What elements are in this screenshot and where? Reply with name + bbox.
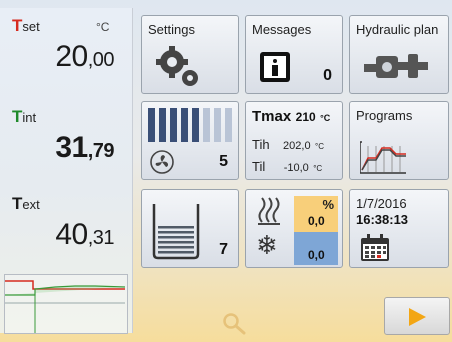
tset-unit: °C [96, 20, 110, 34]
heat-waves-icon [258, 197, 280, 225]
next-button[interactable] [384, 297, 450, 335]
text-value: 40,31 [55, 218, 114, 251]
tih-value: 202,0 [283, 140, 311, 152]
tih-label: Tih [252, 137, 270, 152]
hydraulic-plan-label: Hydraulic plan [356, 22, 439, 37]
pump-tile[interactable]: 5 [141, 101, 239, 180]
cool-value: 0,0 [308, 248, 325, 262]
til-unit: °C [313, 164, 323, 173]
level-value: 7 [219, 241, 228, 258]
heat-value: 0,0 [308, 214, 325, 228]
tih-unit: °C [315, 142, 324, 151]
tset-value: 20,00 [55, 40, 114, 73]
pump-level-value: 5 [219, 153, 228, 170]
temperature-trend-graph[interactable] [4, 274, 128, 334]
time-text: 16:38:13 [356, 212, 409, 227]
calendar-icon [361, 234, 389, 261]
til-label: Til [252, 159, 266, 174]
tset-label: Tset [12, 16, 40, 35]
messages-tile[interactable]: Messages 0 [245, 15, 343, 94]
gears-icon [156, 46, 198, 86]
heat-panel: % 0,0 [294, 196, 338, 232]
hydraulic-plan-tile[interactable]: Hydraulic plan [349, 15, 449, 94]
tmax-row: Tmax 210 °C [252, 108, 330, 126]
til-row: Til -10,0 °C [252, 158, 322, 176]
programs-label: Programs [356, 108, 413, 123]
tint-value: 31,79 [55, 131, 114, 164]
tset-block[interactable]: Tset °C 20,00 [0, 10, 132, 98]
profile-chart-icon [360, 141, 406, 174]
pump-valve-icon [364, 54, 428, 78]
play-arrow-icon [409, 308, 426, 326]
tmax-value: 210 [295, 110, 316, 124]
limits-tile[interactable]: Tmax 210 °C Tih 202,0 °C Til -10,0 °C [245, 101, 343, 180]
snowflake-icon: ❄ [256, 230, 278, 260]
heat-unit: % [322, 197, 334, 212]
magnifier-icon[interactable] [222, 312, 248, 336]
pump-level-bars [148, 108, 234, 142]
fan-icon [150, 150, 174, 174]
tint-label: Tint [12, 107, 37, 126]
messages-count: 0 [323, 67, 332, 84]
tmax-unit: °C [320, 113, 331, 123]
tih-row: Tih 202,0 °C [252, 136, 324, 154]
settings-tile[interactable]: Settings [141, 15, 239, 94]
heat-cool-tile[interactable]: ❄ % 0,0 0,0 [245, 189, 343, 268]
date-text: 1/7/2016 [356, 196, 407, 211]
cool-panel: 0,0 [294, 232, 338, 265]
text-block[interactable]: Text 40,31 [0, 188, 132, 276]
temperature-panel: Tset °C 20,00 Tint 31,79 Text 40,31 [0, 8, 133, 334]
messages-label: Messages [252, 22, 312, 37]
tmax-label: Tmax [252, 108, 292, 125]
datetime-tile[interactable]: 1/7/2016 16:38:13 [349, 189, 449, 268]
controller-screen: Tset °C 20,00 Tint 31,79 Text 40,31 Sett… [0, 0, 452, 342]
level-tile[interactable]: 7 [141, 189, 239, 268]
tint-block[interactable]: Tint 31,79 [0, 101, 132, 189]
info-icon [260, 52, 290, 82]
programs-tile[interactable]: Programs [349, 101, 449, 180]
tank-icon [152, 204, 200, 260]
til-value: -10,0 [283, 162, 309, 174]
settings-label: Settings [148, 22, 195, 37]
text-label: Text [12, 194, 40, 213]
